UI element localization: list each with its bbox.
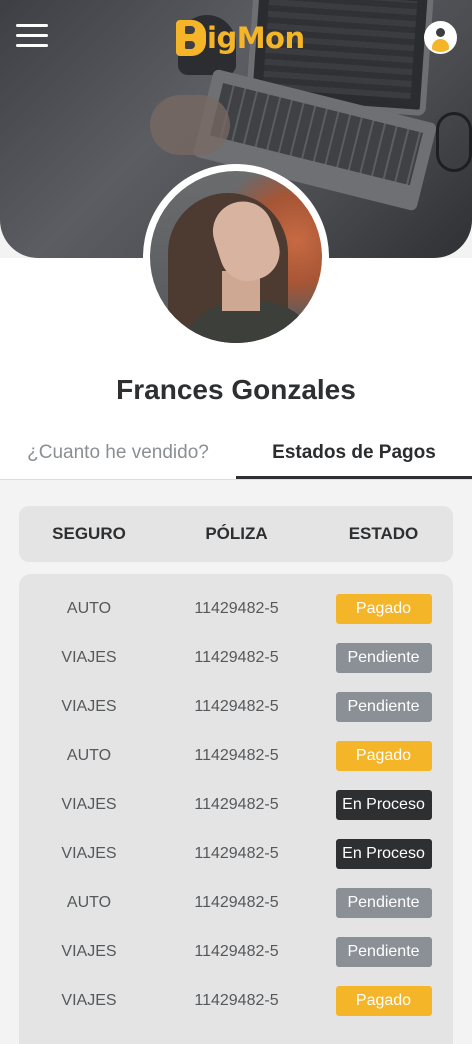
poliza-cell: 11429482-5 xyxy=(194,648,279,666)
tab-payment-status[interactable]: Estados de Pagos xyxy=(236,430,472,479)
avatar xyxy=(143,164,329,350)
table-row[interactable]: VIAJES 11429482-5 En Proceso xyxy=(19,829,453,878)
profile-name: Frances Gonzales xyxy=(116,374,356,405)
table-row[interactable]: AUTO 11429482-5 Pagado xyxy=(19,584,453,633)
poliza-cell: 11429482-5 xyxy=(194,697,279,715)
table-row[interactable]: VIAJES 11429482-5 Pendiente xyxy=(19,682,453,731)
status-badge: Pendiente xyxy=(335,642,432,673)
status-badge: Pagado xyxy=(335,593,432,624)
seguro-cell: VIAJES xyxy=(61,942,117,960)
table-row[interactable]: AUTO 11429482-5 Pendiente xyxy=(19,878,453,927)
table-row[interactable]: VIAJES 11429482-5 Pagado xyxy=(19,976,453,1025)
table-row[interactable]: VIAJES 11429482-5 Pendiente xyxy=(19,927,453,976)
seguro-cell: AUTO xyxy=(66,746,112,764)
seguro-cell: VIAJES xyxy=(61,697,117,715)
table-row[interactable]: VIAJES 11429482-5 Pendiente xyxy=(19,633,453,682)
status-badge: Pendiente xyxy=(335,936,432,967)
hamburger-icon[interactable] xyxy=(16,24,48,50)
seguro-cell: VIAJES xyxy=(61,844,117,862)
poliza-cell: 11429482-5 xyxy=(194,746,279,764)
status-badge: Pendiente xyxy=(335,691,432,722)
seguro-cell: VIAJES xyxy=(61,648,117,666)
poliza-cell: 11429482-5 xyxy=(194,844,279,862)
table-header: SEGURO PÓLIZA ESTADO xyxy=(19,506,453,562)
user-icon[interactable] xyxy=(424,21,457,54)
app-logo: igMon xyxy=(176,16,305,60)
tab-sales[interactable]: ¿Cuanto he vendido? xyxy=(0,430,236,479)
status-badge: Pagado xyxy=(335,740,432,771)
poliza-cell: 11429482-5 xyxy=(194,599,279,617)
logo-b-icon xyxy=(176,20,206,56)
poliza-cell: 11429482-5 xyxy=(194,893,279,911)
logo-text: igMon xyxy=(207,21,305,55)
status-badge: En Proceso xyxy=(335,789,432,820)
poliza-cell: 11429482-5 xyxy=(194,942,279,960)
poliza-cell: 11429482-5 xyxy=(194,795,279,813)
glasses-image xyxy=(436,112,472,172)
payments-list: AUTO 11429482-5 Pagado VIAJES 11429482-5… xyxy=(19,574,453,1044)
status-badge: En Proceso xyxy=(335,838,432,869)
column-header-poliza: PÓLIZA xyxy=(205,524,268,543)
poliza-cell: 11429482-5 xyxy=(194,991,279,1009)
seguro-cell: VIAJES xyxy=(61,795,117,813)
table-row[interactable]: AUTO 11429482-5 Pagado xyxy=(19,731,453,780)
status-badge: Pendiente xyxy=(335,887,432,918)
status-badge: Pagado xyxy=(335,985,432,1016)
seguro-cell: VIAJES xyxy=(61,991,117,1009)
hand-image xyxy=(150,95,230,155)
column-header-seguro: SEGURO xyxy=(52,524,126,543)
column-header-estado: ESTADO xyxy=(348,524,419,543)
table-row[interactable]: VIAJES 11429482-5 En Proceso xyxy=(19,780,453,829)
tab-bar: ¿Cuanto he vendido? Estados de Pagos xyxy=(0,430,472,480)
seguro-cell: AUTO xyxy=(66,599,112,617)
seguro-cell: AUTO xyxy=(66,893,112,911)
